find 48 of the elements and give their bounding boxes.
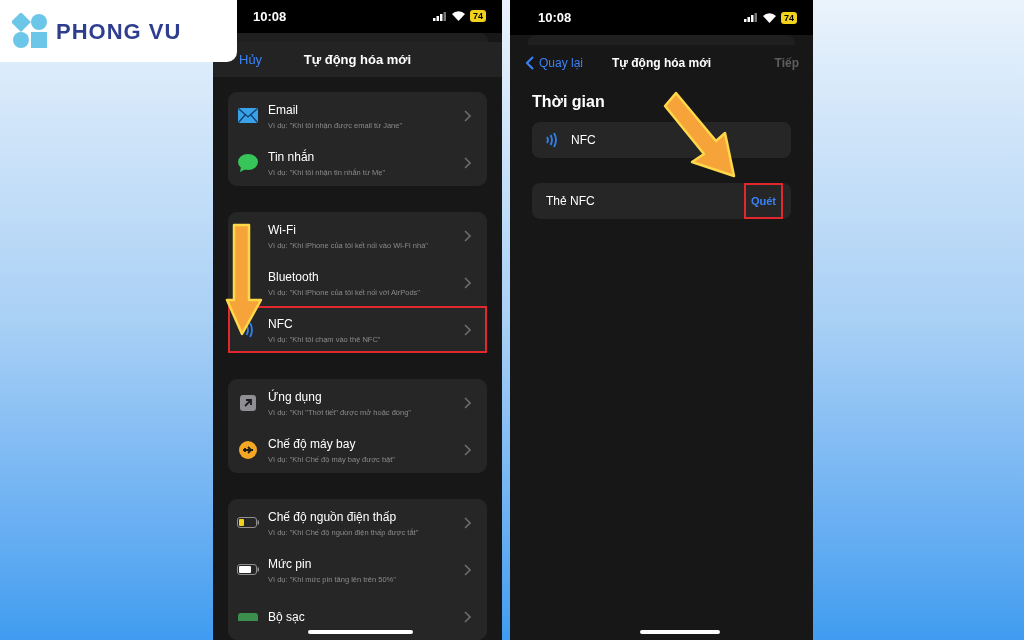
row-title: Ứng dụng	[268, 388, 323, 406]
section-heading: Thời gian	[532, 92, 606, 112]
chevron-icon	[464, 276, 471, 289]
arrow-icon	[225, 222, 265, 337]
logo-icon	[12, 13, 48, 49]
charger-icon	[238, 612, 258, 621]
row-title: Mức pin	[268, 555, 313, 573]
nav-title: Tự động hóa mới	[611, 54, 712, 72]
row-title: Chế độ máy bay	[268, 435, 357, 453]
mail-icon	[238, 108, 258, 123]
signal-icon	[744, 13, 758, 22]
trigger-row[interactable]: Bộ sạc	[228, 593, 487, 640]
trigger-label: NFC	[571, 132, 596, 149]
brand-name: PHONG VU	[56, 17, 182, 46]
chevron-icon	[464, 229, 471, 242]
chevron-icon	[464, 516, 471, 529]
row-title: Email	[268, 101, 299, 119]
battery-low-icon	[237, 517, 259, 528]
chevron-icon	[464, 610, 471, 623]
tag-label: Thẻ NFC	[546, 193, 595, 210]
chevron-icon	[464, 109, 471, 122]
status-time: 10:08	[253, 7, 287, 26]
row-title: Tin nhắn	[268, 148, 316, 166]
wifi-icon	[763, 12, 776, 23]
chevron-icon	[464, 156, 471, 169]
cancel-link[interactable]: Hủy	[239, 49, 263, 70]
airplane-icon	[239, 440, 257, 459]
chevron-icon	[464, 323, 471, 336]
row-title: Bộ sạc	[268, 608, 306, 626]
speech-bubble-icon	[238, 153, 258, 172]
chevron-icon	[464, 396, 471, 409]
battery-indicator: 74	[470, 10, 486, 23]
row-title: Bluetooth	[268, 268, 320, 286]
back-link[interactable]: Quay lại	[526, 53, 584, 72]
status-time: 10:08	[538, 8, 572, 27]
row-title: Chế độ nguồn điện thấp	[268, 508, 398, 526]
back-chevron-icon	[526, 55, 534, 70]
battery-icon	[237, 564, 259, 575]
chevron-icon	[464, 443, 471, 456]
row-title: Wi-Fi	[268, 221, 297, 239]
nfc-waves-icon	[544, 132, 560, 148]
wifi-icon	[452, 11, 465, 22]
scan-button[interactable]: Quét	[743, 183, 783, 219]
row-title: NFC	[268, 315, 294, 333]
battery-indicator: 74	[781, 11, 797, 24]
nav-title: Tự động hóa mới	[303, 50, 412, 69]
chevron-icon	[464, 563, 471, 576]
signal-icon	[433, 11, 447, 21]
